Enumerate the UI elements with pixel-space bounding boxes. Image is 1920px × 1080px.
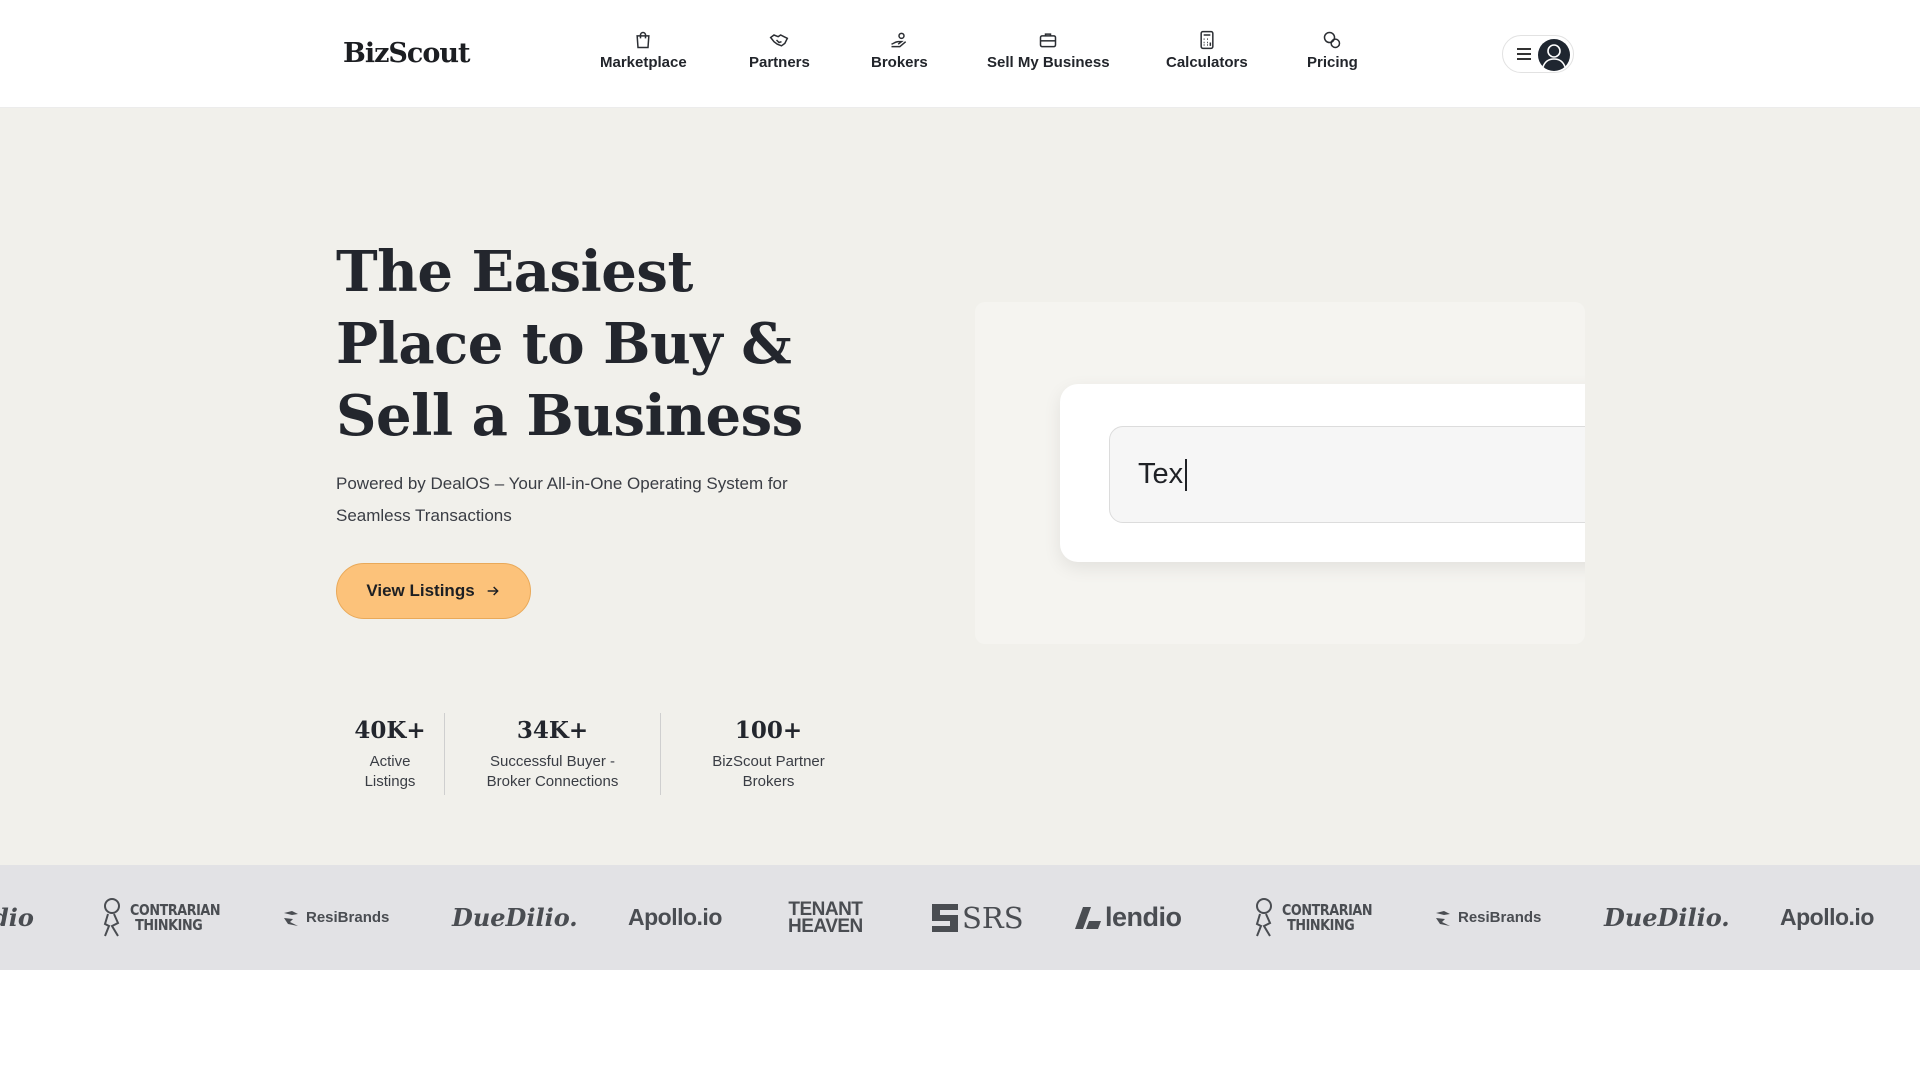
nav-pricing[interactable]: Pricing [1307,30,1358,80]
calculator-icon [1200,30,1214,50]
user-menu-button[interactable] [1502,35,1574,73]
view-listings-button[interactable]: View Listings [336,563,531,619]
stat-label: Successful Buyer - Broker Connections [487,752,619,792]
view-listings-label: View Listings [366,581,475,600]
nav-label: Marketplace [600,54,687,71]
thinker-icon [1255,897,1272,937]
logo-apollo: Apollo.io [628,865,722,970]
logo-text: lendio [1105,902,1182,932]
logo-text: SRS [962,900,1024,935]
search-demo-panel: Tex [975,302,1585,644]
user-icon [1542,44,1566,68]
logo-resibrands: ResiBrands [282,865,389,970]
resibrands-mark-icon [284,910,298,926]
stat-value: 40K+ [354,717,426,744]
stat-label: Active Listings [365,752,416,792]
logo-text: TENANT [788,898,863,920]
bizscout-logo[interactable]: BizScout [343,38,470,69]
logo-lendio: lendio [1075,865,1182,970]
stat-label-line: Listings [364,773,416,790]
nav-label: Pricing [1307,54,1358,71]
logo-text: DueDilio. [452,903,578,932]
logo-text: HEAVEN [788,915,863,937]
srs-mark-icon [932,903,958,932]
stat-label: BizScout Partner Brokers [712,752,825,792]
nav-label: Calculators [1166,54,1248,71]
handshake-icon [770,34,789,47]
briefcase-icon [1040,33,1057,48]
stat-label-line: BizScout Partner [712,753,825,770]
shopping-bag-icon [636,31,650,49]
logo-duedilio: DueDilio. [452,865,578,970]
menu-icon [1517,48,1531,60]
nav-calculators[interactable]: Calculators [1166,30,1248,80]
logo-duedilio: DueDilio. [1604,865,1730,970]
logo-contrarian-thinking: CONTRARIAN THINKING [98,865,236,970]
text-caret [1185,458,1188,491]
search-demo-card: Tex [1060,384,1585,562]
logo-text: ResiBrands [1458,909,1542,926]
logo-text: Apollo.io [1780,904,1874,930]
stat-connections: 34K+ Successful Buyer - Broker Connectio… [445,713,660,795]
resibrands-mark-icon [1436,910,1450,926]
partner-logo-strip: dio CONTRARIAN THINKING ResiBrands DueDi… [0,865,1920,970]
logo-text: ResiBrands [306,909,390,926]
lendio-mark-icon [1075,906,1101,929]
nav-brokers[interactable]: Brokers [871,30,928,80]
coins-icon [1324,31,1341,49]
nav-label: Partners [749,54,810,71]
logo-text: dio [0,903,34,932]
thinker-icon [103,897,120,937]
stat-value: 34K+ [516,717,589,744]
stat-label-line: Brokers [742,773,795,790]
nav-marketplace[interactable]: Marketplace [600,30,687,80]
search-demo-input[interactable]: Tex [1109,426,1585,523]
stat-label-line: Successful Buyer - [489,753,616,770]
hand-coins-icon [891,32,907,48]
logo-text: DueDilio. [1604,903,1730,932]
nav-label: Brokers [871,54,928,71]
nav-label: Sell My Business [987,54,1110,71]
hero-title: The Easiest Place to Buy & Sell a Busine… [336,239,803,449]
logo-text: THINKING [1287,915,1355,934]
stat-partner-brokers: 100+ BizScout Partner Brokers [661,713,876,795]
stat-label-line: Active [369,753,411,770]
site-header: BizScout Marketplace Partners Brokers Se… [0,0,1920,108]
stats-row: 40K+ Active Listings 34K+ Successful Buy… [336,713,876,795]
nav-sell-my-business[interactable]: Sell My Business [987,30,1110,80]
avatar [1538,39,1570,71]
nav-partners[interactable]: Partners [749,30,810,80]
logo-apollo: Apollo.io [1780,865,1874,970]
search-demo-text: Tex [1138,458,1184,490]
hero-subtitle: Powered by DealOS – Your All-in-One Oper… [336,474,788,525]
logo-text: Apollo.io [628,904,722,930]
stat-label-line: Broker Connections [486,773,619,790]
stat-value: 100+ [734,717,803,744]
hero-section: The Easiest Place to Buy & Sell a Busine… [0,108,1920,865]
logo-resibrands: ResiBrands [1434,865,1541,970]
arrow-right-icon [487,586,499,596]
logo-text: THINKING [135,915,203,934]
logo-duedilio-partial: dio [0,865,34,970]
logo-srs: SRS [932,865,1024,970]
stat-active-listings: 40K+ Active Listings [336,713,444,795]
logo-contrarian-thinking: CONTRARIAN THINKING [1250,865,1388,970]
logo-tenant-heaven: TENANT HEAVEN [788,865,863,970]
